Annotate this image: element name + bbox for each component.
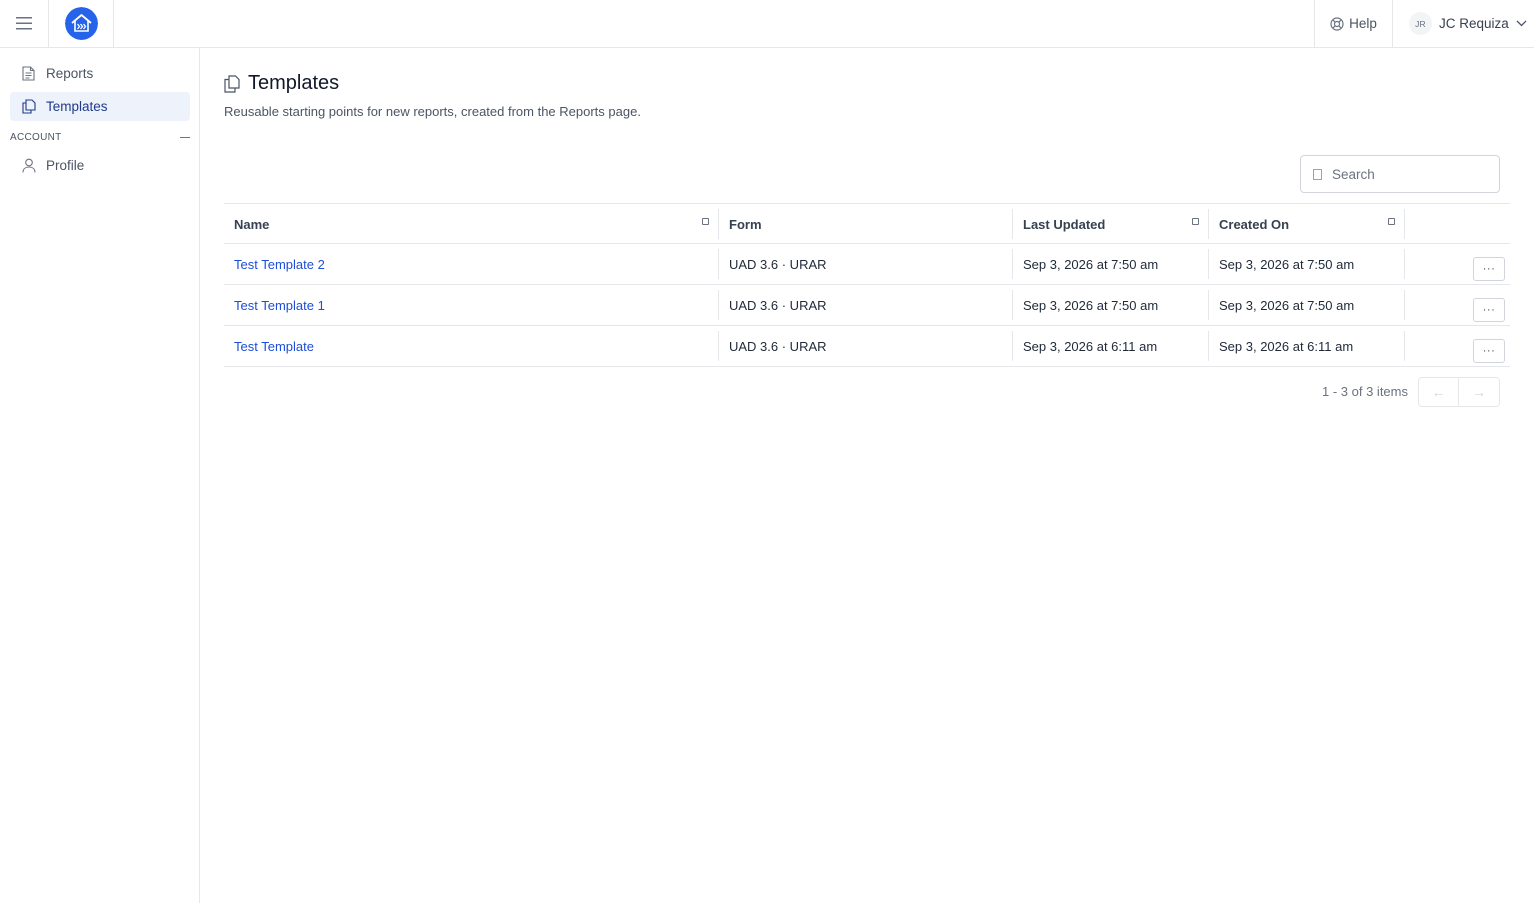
last-updated-cell: Sep 3, 2026 at 7:50 am bbox=[1023, 256, 1159, 272]
page-title-text: Templates bbox=[248, 72, 340, 94]
search-input[interactable] bbox=[1332, 166, 1472, 182]
user-icon bbox=[21, 158, 36, 174]
template-name-link[interactable]: Test Template 1 bbox=[234, 298, 325, 313]
sidebar-item-label: Reports bbox=[46, 66, 94, 81]
form-cell: UAD 3.6 · URAR bbox=[729, 256, 827, 272]
sort-icon[interactable] bbox=[702, 218, 709, 225]
sidebar-item-profile[interactable]: Profile bbox=[10, 151, 190, 180]
column-label: Last Updated bbox=[1023, 216, 1106, 232]
sort-icon[interactable] bbox=[1192, 218, 1199, 225]
next-page-button[interactable]: → bbox=[1459, 377, 1500, 407]
logo-link[interactable] bbox=[49, 0, 114, 47]
search-icon bbox=[1313, 168, 1322, 180]
copy-icon bbox=[224, 74, 240, 93]
previous-page-button[interactable]: ← bbox=[1418, 377, 1459, 407]
section-title: ACCOUNT bbox=[10, 131, 62, 143]
column-header-actions bbox=[1404, 209, 1510, 239]
sidebar: Reports Templates ACCOUNT Profile bbox=[0, 48, 200, 903]
arrow-right-icon: → bbox=[1472, 384, 1486, 400]
column-label: Form bbox=[729, 216, 762, 232]
column-header-created-on[interactable]: Created On bbox=[1208, 209, 1404, 239]
row-actions-button[interactable]: ··· bbox=[1473, 298, 1505, 322]
section-header-account: ACCOUNT bbox=[10, 130, 190, 144]
lifebuoy-icon bbox=[1330, 16, 1344, 31]
created-on-cell: Sep 3, 2026 at 7:50 am bbox=[1219, 256, 1355, 272]
created-on-cell: Sep 3, 2026 at 6:11 am bbox=[1219, 338, 1354, 354]
chevron-down-icon bbox=[1516, 20, 1527, 27]
row-actions-button[interactable]: ··· bbox=[1473, 257, 1505, 281]
page-subtitle: Reusable starting points for new reports… bbox=[224, 104, 641, 119]
table-header: Name Form Last Updated Created On bbox=[224, 203, 1510, 244]
table-row: Test Template 1 UAD 3.6 · URAR Sep 3, 20… bbox=[224, 285, 1510, 326]
sidebar-item-label: Profile bbox=[46, 158, 85, 173]
last-updated-cell: Sep 3, 2026 at 7:50 am bbox=[1023, 297, 1159, 313]
sort-icon[interactable] bbox=[1388, 218, 1395, 225]
template-name-link[interactable]: Test Template 2 bbox=[234, 257, 325, 272]
page-title: Templates bbox=[224, 72, 339, 95]
help-label: Help bbox=[1349, 16, 1377, 31]
last-updated-cell: Sep 3, 2026 at 6:11 am bbox=[1023, 338, 1158, 354]
column-header-last-updated[interactable]: Last Updated bbox=[1012, 209, 1208, 239]
pagination-info: 1 - 3 of 3 items bbox=[1322, 384, 1408, 399]
table-row: Test Template 2 UAD 3.6 · URAR Sep 3, 20… bbox=[224, 244, 1510, 285]
hamburger-menu-button[interactable] bbox=[0, 0, 49, 47]
help-button[interactable]: Help bbox=[1314, 0, 1392, 47]
user-menu[interactable]: JR JC Requiza bbox=[1392, 0, 1534, 47]
sidebar-item-label: Templates bbox=[46, 99, 108, 114]
search-box[interactable] bbox=[1300, 155, 1500, 193]
copy-icon bbox=[21, 99, 36, 115]
sidebar-item-reports[interactable]: Reports bbox=[10, 59, 190, 88]
top-bar: Help JR JC Requiza bbox=[0, 0, 1534, 48]
created-on-cell: Sep 3, 2026 at 7:50 am bbox=[1219, 297, 1355, 313]
column-label: Name bbox=[234, 216, 270, 232]
template-name-link[interactable]: Test Template bbox=[234, 339, 314, 354]
sidebar-item-templates[interactable]: Templates bbox=[10, 92, 190, 121]
form-cell: UAD 3.6 · URAR bbox=[729, 338, 827, 354]
avatar: JR bbox=[1409, 12, 1432, 35]
row-actions-button[interactable]: ··· bbox=[1473, 339, 1505, 363]
user-name: JC Requiza bbox=[1439, 16, 1509, 31]
arrow-left-icon: ← bbox=[1431, 384, 1446, 400]
app-logo-icon bbox=[64, 7, 98, 40]
templates-table: Name Form Last Updated Created On Test T… bbox=[224, 203, 1510, 367]
table-row: Test Template UAD 3.6 · URAR Sep 3, 2026… bbox=[224, 326, 1510, 367]
document-icon bbox=[21, 66, 36, 82]
collapse-icon[interactable] bbox=[180, 136, 190, 138]
form-cell: UAD 3.6 · URAR bbox=[729, 297, 827, 313]
column-header-form: Form bbox=[718, 209, 1012, 239]
hamburger-icon bbox=[16, 17, 32, 30]
column-label: Created On bbox=[1219, 216, 1290, 232]
pagination: 1 - 3 of 3 items ← → bbox=[1290, 377, 1500, 407]
column-header-name[interactable]: Name bbox=[224, 204, 718, 244]
